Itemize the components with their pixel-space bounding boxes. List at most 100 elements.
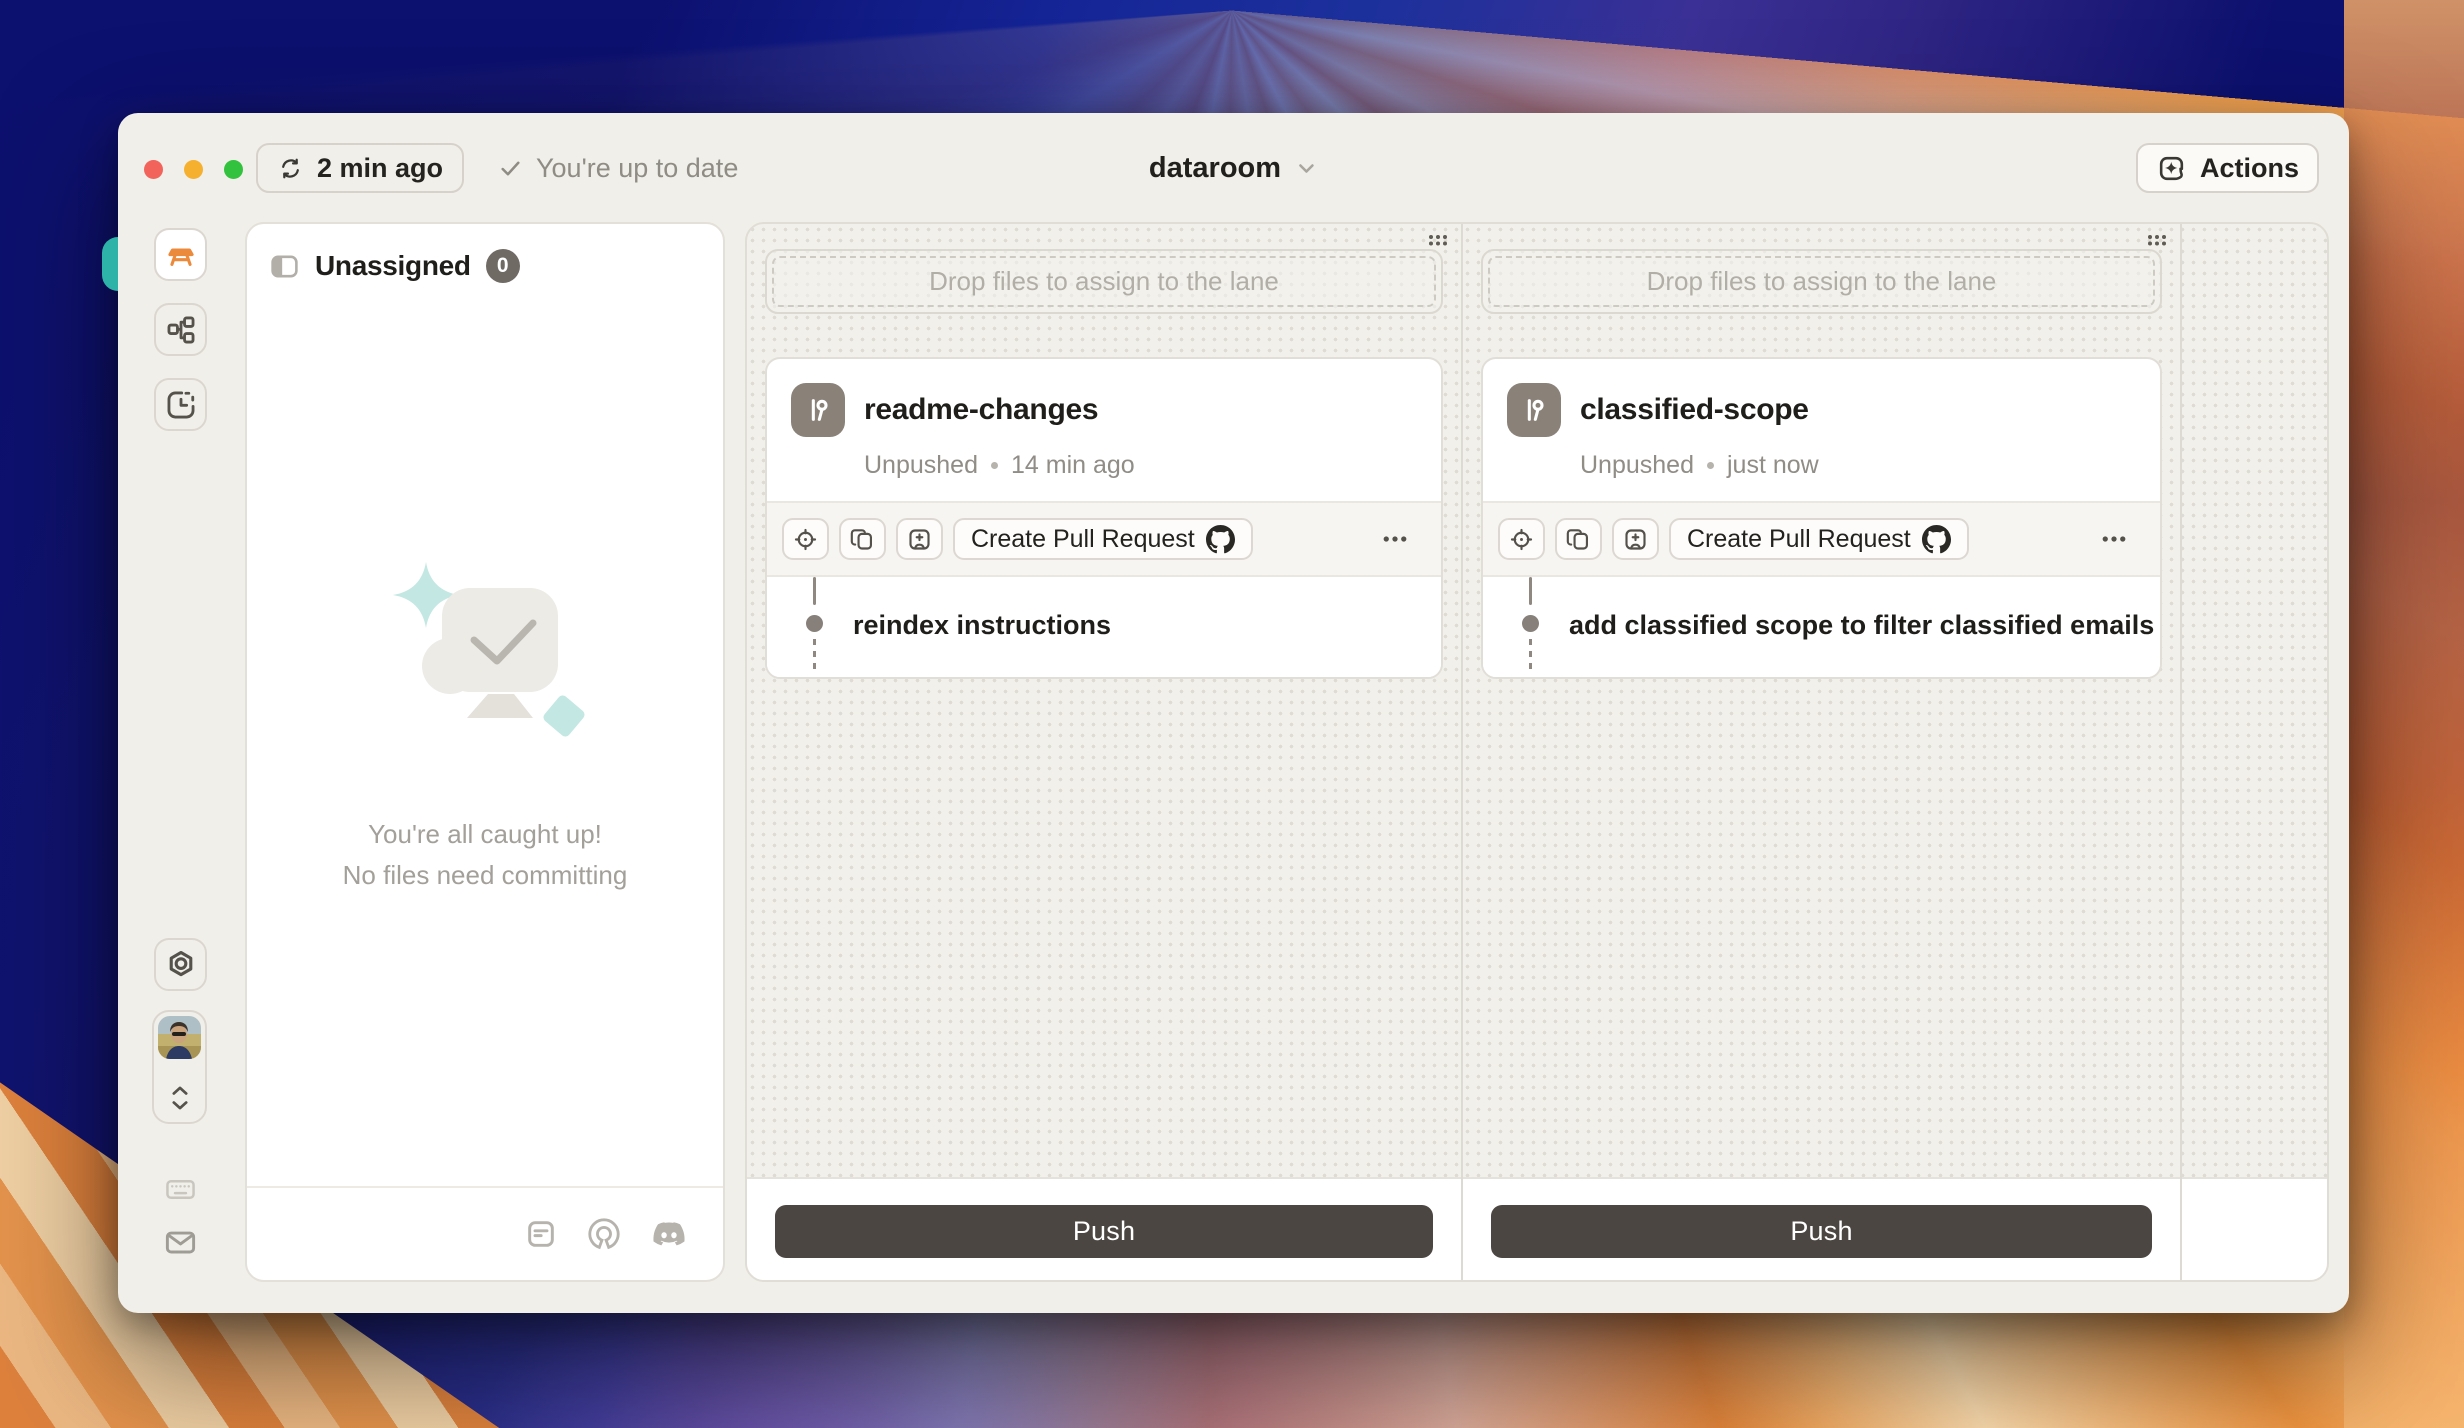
sync-status: You're up to date — [498, 143, 738, 193]
lane-footer: Push — [1463, 1177, 2180, 1282]
commit-row[interactable]: add classified scope to filter classifie… — [1483, 577, 2160, 677]
fetch-time-label: 2 min ago — [317, 153, 443, 184]
create-pr-label: Create Pull Request — [971, 525, 1195, 554]
branch-card-header[interactable]: classified-scope Unpushed just now — [1483, 359, 2160, 501]
branch-card: classified-scope Unpushed just now — [1481, 357, 2162, 679]
checkmark-icon — [498, 156, 523, 181]
add-dependent-branch-button[interactable] — [896, 518, 943, 560]
unassigned-title: Unassigned — [315, 250, 471, 282]
branch-name: classified-scope — [1580, 393, 1809, 427]
unassigned-panel: Unassigned 0 You're all caught up! — [245, 222, 725, 1282]
chevron-down-icon — [1294, 156, 1318, 180]
commit-target-button[interactable] — [782, 518, 829, 560]
history-clock-icon — [164, 388, 198, 422]
profile-switcher[interactable] — [152, 1010, 207, 1124]
sidebar-item-history[interactable] — [154, 378, 207, 431]
workbench-icon — [164, 238, 198, 272]
branch-card: readme-changes Unpushed 14 min ago — [765, 357, 1443, 679]
branch-time: 14 min ago — [1011, 451, 1135, 480]
gitbutler-window: 2 min ago You're up to date dataroom — [118, 113, 2349, 1313]
github-icon — [1922, 525, 1951, 554]
actions-label: Actions — [2200, 153, 2299, 184]
commit-dot — [1522, 615, 1539, 632]
sync-status-label: You're up to date — [536, 153, 738, 184]
unassigned-header: Unassigned 0 — [247, 224, 723, 308]
open-source-keyhole-icon[interactable] — [587, 1217, 621, 1251]
minimize-window-button[interactable] — [184, 160, 203, 179]
more-options-button[interactable] — [2099, 524, 2129, 554]
discord-icon[interactable] — [651, 1216, 687, 1252]
copy-button[interactable] — [1555, 518, 1602, 560]
user-avatar — [158, 1016, 201, 1059]
create-pull-request-button[interactable]: Create Pull Request — [953, 518, 1253, 560]
create-pr-label: Create Pull Request — [1687, 525, 1911, 554]
more-options-button[interactable] — [1380, 524, 1410, 554]
project-name: dataroom — [1149, 152, 1281, 185]
window-controls — [144, 160, 243, 179]
fetch-button[interactable]: 2 min ago — [256, 143, 464, 193]
branch-status: Unpushed — [864, 451, 978, 480]
commit-target-button[interactable] — [1498, 518, 1545, 560]
sidebar-item-branches[interactable] — [154, 303, 207, 356]
mail-feedback-button[interactable] — [163, 1225, 198, 1260]
create-pull-request-button[interactable]: Create Pull Request — [1669, 518, 1969, 560]
sidebar-item-workspace[interactable] — [154, 228, 207, 281]
separator-dot — [1707, 462, 1714, 469]
branch-name: readme-changes — [864, 393, 1098, 427]
zoom-window-button[interactable] — [224, 160, 243, 179]
github-icon — [1206, 525, 1235, 554]
workspace-lanes: Drop files to assign to the lane readme-… — [745, 222, 2329, 1282]
desktop: 2 min ago You're up to date dataroom — [0, 0, 2464, 1428]
commit-row[interactable]: reindex instructions — [767, 577, 1441, 677]
branch-meta: Unpushed 14 min ago — [864, 451, 1417, 480]
lane-footer: Push — [747, 1177, 1461, 1282]
drop-zone-hint: Drop files to assign to the lane — [772, 256, 1436, 307]
branch-meta: Unpushed just now — [1580, 451, 2136, 480]
drop-zone-hint: Drop files to assign to the lane — [1488, 256, 2155, 307]
branch-toolbar: Create Pull Request — [767, 501, 1441, 577]
branches-graph-icon — [164, 313, 198, 347]
push-button[interactable]: Push — [775, 1205, 1433, 1258]
mail-envelope-icon — [163, 1225, 198, 1260]
release-notes-icon[interactable] — [525, 1218, 557, 1250]
keyboard-shortcuts-button[interactable] — [164, 1173, 197, 1206]
empty-state: You're all caught up! No files need comm… — [247, 554, 723, 896]
lane-footer — [2182, 1177, 2327, 1282]
separator-dot — [991, 462, 998, 469]
commit-graph — [813, 577, 816, 677]
actions-button[interactable]: Actions — [2136, 143, 2319, 193]
empty-state-text: You're all caught up! No files need comm… — [343, 814, 628, 896]
keyboard-icon — [164, 1173, 197, 1206]
lane-drop-zone[interactable]: Drop files to assign to the lane — [1481, 249, 2162, 314]
empty-state-line1: You're all caught up! — [343, 814, 628, 855]
push-button[interactable]: Push — [1491, 1205, 2152, 1258]
commit-graph — [1529, 577, 1532, 677]
copy-button[interactable] — [839, 518, 886, 560]
branch-badge-icon — [791, 383, 845, 437]
panel-footer — [247, 1186, 723, 1280]
commit-dot — [806, 615, 823, 632]
lane-drop-zone[interactable]: Drop files to assign to the lane — [765, 249, 1443, 314]
add-dependent-branch-button[interactable] — [1612, 518, 1659, 560]
lane-new-empty — [2182, 224, 2327, 1280]
lane-classified-scope: Drop files to assign to the lane classif… — [1463, 224, 2182, 1280]
project-selector[interactable]: dataroom — [1149, 143, 1318, 193]
commit-message: reindex instructions — [853, 577, 1111, 674]
settings-button[interactable] — [154, 938, 207, 991]
edge-drawer-handle[interactable] — [102, 237, 118, 291]
split-panel-icon — [269, 251, 300, 282]
empty-state-line2: No files need committing — [343, 855, 628, 896]
branch-time: just now — [1727, 451, 1819, 480]
branch-status: Unpushed — [1580, 451, 1694, 480]
commit-message: add classified scope to filter classifie… — [1569, 577, 2154, 674]
branch-card-header[interactable]: readme-changes Unpushed 14 min ago — [767, 359, 1441, 501]
unassigned-count-badge: 0 — [486, 249, 520, 283]
branch-toolbar: Create Pull Request — [1483, 501, 2160, 577]
sync-arrows-icon — [277, 155, 304, 182]
close-window-button[interactable] — [144, 160, 163, 179]
caught-up-illustration — [370, 554, 600, 759]
profile-switcher-chevrons-icon — [166, 1082, 193, 1114]
lane-readme-changes: Drop files to assign to the lane readme-… — [747, 224, 1463, 1280]
branch-badge-icon — [1507, 383, 1561, 437]
settings-gear-icon — [164, 948, 198, 982]
